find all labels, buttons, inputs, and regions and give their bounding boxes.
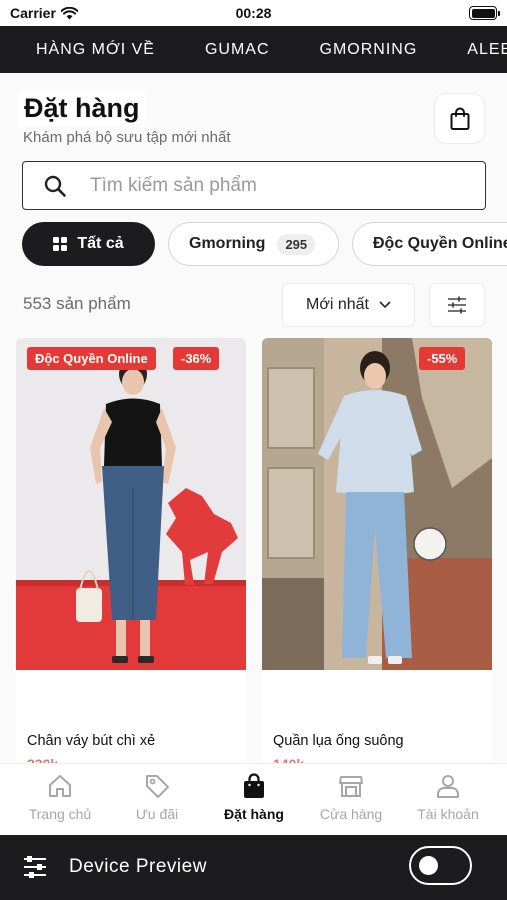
sliders-icon <box>448 296 466 314</box>
grid-icon <box>53 237 68 251</box>
tab-home-label: Trang chủ <box>28 806 92 822</box>
tab-deals[interactable]: Ưu đãi <box>107 772 207 822</box>
toggle-knob <box>419 856 438 875</box>
brand-tab-track: HÀNG MỚI VỀ GUMAC GMORNING ALEEV <box>0 26 507 73</box>
chip-exclusive-label: Độc Quyền Online <box>373 235 507 252</box>
filter-button[interactable] <box>429 283 485 327</box>
discount-badge: -55% <box>419 347 466 370</box>
product-name: Chân váy bút chì xẻ <box>27 733 156 749</box>
battery-icon <box>469 6 500 20</box>
shopping-bag-icon <box>244 773 264 798</box>
shopping-bag-icon <box>450 107 469 130</box>
chip-exclusive-online[interactable]: Độc Quyền Online <box>352 222 507 266</box>
clock: 00:28 <box>235 5 272 21</box>
discount-badge: -36% <box>173 347 220 370</box>
tab-account-label: Tài khoản <box>417 806 479 822</box>
page-title: Đặt hàng <box>24 93 140 123</box>
product-image <box>262 338 492 670</box>
device-preview-bar: Device Preview <box>0 835 507 900</box>
tab-home[interactable]: Trang chủ <box>10 772 110 822</box>
tab-order-label: Đặt hàng <box>224 806 284 822</box>
device-preview-label: Device Preview <box>69 856 207 877</box>
sort-dropdown[interactable]: Mới nhất <box>282 283 415 327</box>
search-icon <box>44 175 66 197</box>
search-bar[interactable] <box>22 161 486 210</box>
page-subtitle: Khám phá bộ sưu tập mới nhất <box>23 129 231 146</box>
tab-account[interactable]: Tài khoản <box>398 772 498 822</box>
search-input[interactable] <box>90 174 450 197</box>
title-box: Đặt hàng <box>18 91 146 126</box>
product-image <box>16 338 246 670</box>
chip-gmorning[interactable]: Gmorning 295 <box>168 222 339 266</box>
tab-stores-label: Cửa hàng <box>319 806 383 822</box>
store-icon <box>339 776 363 797</box>
device-preview-toggle[interactable] <box>409 846 472 885</box>
chevron-down-icon <box>379 301 391 308</box>
tab-deals-label: Ưu đãi <box>135 806 179 822</box>
product-grid[interactable]: Độc Quyền Online -36% Chân váy bút chì x… <box>0 338 507 763</box>
brand-tab-new-arrivals[interactable]: HÀNG MỚI VỀ <box>36 41 155 59</box>
chip-all-label: Tất cả <box>77 235 124 252</box>
tab-stores[interactable]: Cửa hàng <box>301 772 401 822</box>
bottom-tab-bar: Trang chủ Ưu đãi Đặt hàng Cửa hàng Tài k… <box>0 763 507 835</box>
cart-button[interactable] <box>434 93 485 144</box>
settings-sliders-icon <box>24 856 46 878</box>
product-card[interactable]: Độc Quyền Online -36% Chân váy bút chì x… <box>16 338 246 763</box>
page-header: Đặt hàng Khám phá bộ sưu tập mới nhất Tấ… <box>0 73 507 270</box>
brand-tab-aleev[interactable]: ALEEV <box>467 41 507 59</box>
product-price: 140k <box>273 756 304 763</box>
product-price: 320k <box>27 756 58 763</box>
status-bar: Carrier 00:28 <box>0 0 507 26</box>
chip-all[interactable]: Tất cả <box>22 222 155 266</box>
exclusive-badge: Độc Quyền Online <box>27 347 156 370</box>
filter-chips: Tất cả Gmorning 295 Độc Quyền Online <box>22 222 507 268</box>
results-toolbar: 553 sản phẩm Mới nhất <box>0 270 507 338</box>
product-name: Quần lụa ống suông <box>273 733 404 749</box>
home-icon <box>49 775 71 797</box>
chip-count-badge: 295 <box>277 233 316 255</box>
sort-label: Mới nhất <box>306 296 369 313</box>
tag-icon <box>146 775 169 798</box>
brand-tab-bar[interactable]: HÀNG MỚI VỀ GUMAC GMORNING ALEEV <box>0 26 507 73</box>
chip-gmorning-label: Gmorning <box>189 235 266 252</box>
product-count: 553 sản phẩm <box>23 294 131 313</box>
tab-order[interactable]: Đặt hàng <box>204 772 304 822</box>
brand-tab-gumac[interactable]: GUMAC <box>205 41 270 59</box>
product-card[interactable]: -55% Quần lụa ống suông 140k <box>262 338 492 763</box>
brand-tab-gmorning[interactable]: GMORNING <box>320 41 418 59</box>
user-icon <box>437 775 459 798</box>
